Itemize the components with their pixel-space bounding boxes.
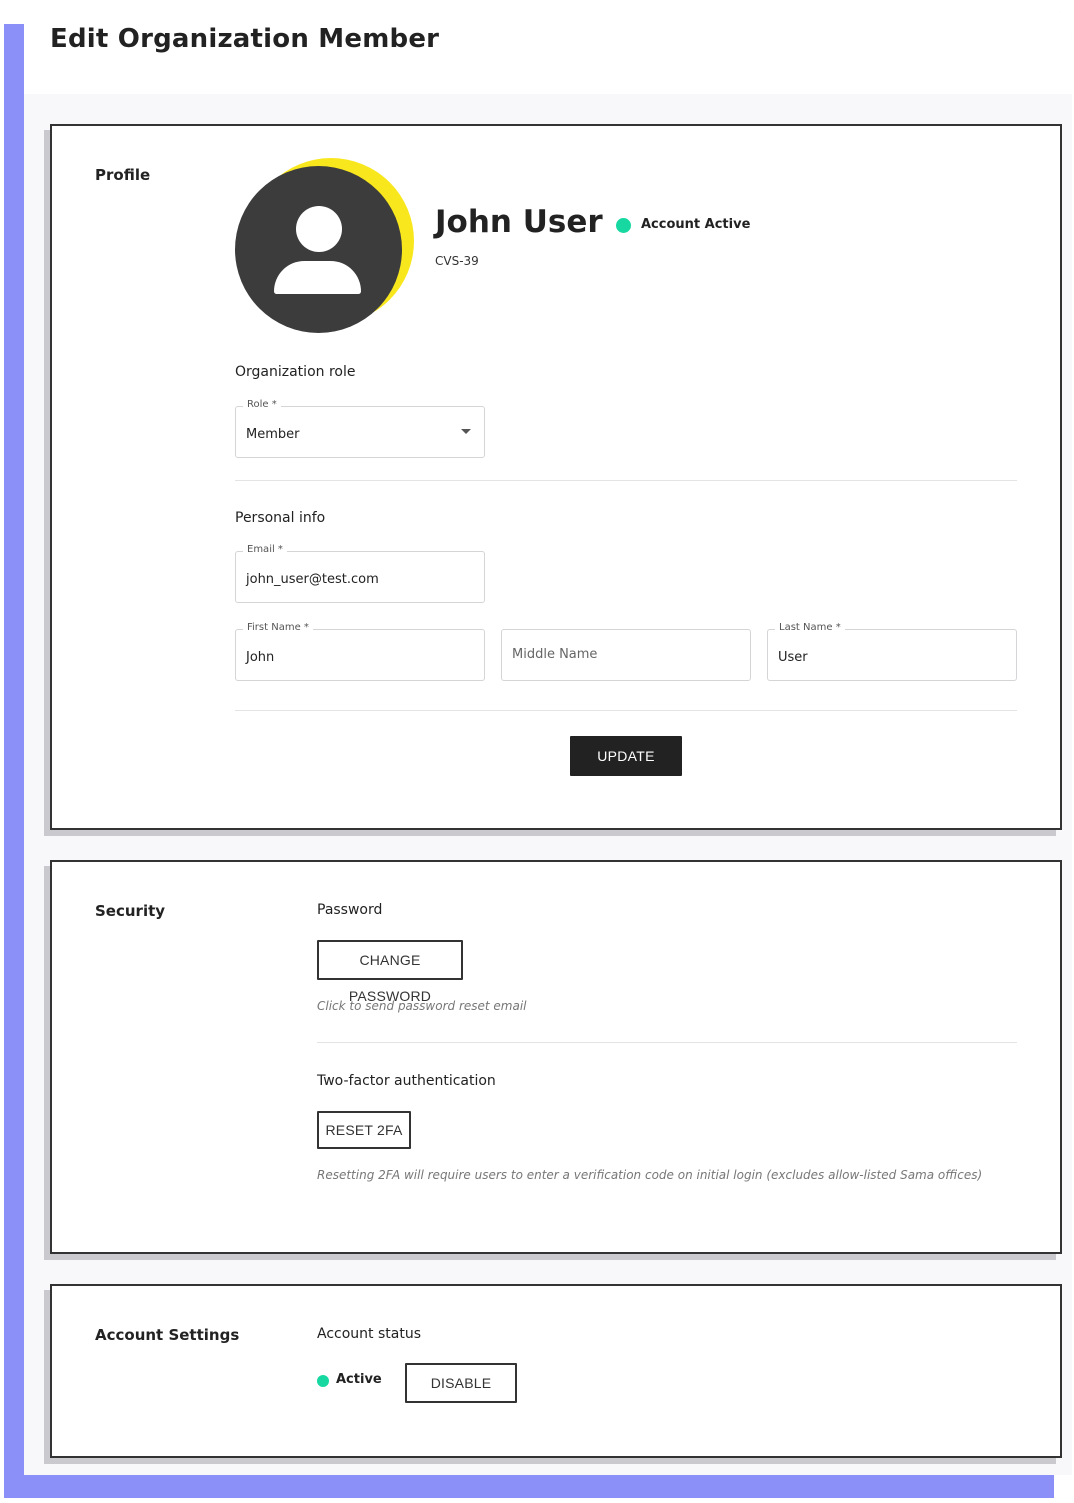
divider — [235, 480, 1017, 481]
account-settings-card: Account Settings Account status Active D… — [50, 1284, 1062, 1458]
user-id: CVS-39 — [435, 254, 479, 268]
first-name-value: John — [246, 650, 275, 665]
status-dot-icon — [616, 218, 631, 233]
divider — [317, 1042, 1017, 1043]
organization-role-title: Organization role — [235, 364, 356, 380]
middle-name-field[interactable]: Middle Name — [501, 629, 751, 681]
email-field[interactable]: Email * john_user@test.com — [235, 544, 485, 603]
role-label: Role * — [243, 399, 281, 410]
user-icon-head — [296, 206, 342, 252]
middle-name-placeholder: Middle Name — [512, 647, 598, 662]
active-status-dot-icon — [317, 1375, 329, 1387]
password-title: Password — [317, 902, 383, 918]
role-value: Member — [246, 427, 300, 442]
user-name: John User — [435, 204, 603, 240]
user-icon-body — [274, 261, 361, 294]
account-status-title: Account status — [317, 1326, 421, 1342]
account-settings-section-label: Account Settings — [95, 1326, 240, 1344]
security-section-label: Security — [95, 902, 166, 920]
change-password-button[interactable]: CHANGE PASSWORD — [317, 940, 463, 1004]
avatar — [235, 166, 402, 333]
password-helper-text: Click to send password reset email — [317, 999, 527, 1013]
profile-section-label: Profile — [95, 166, 151, 184]
disable-button[interactable]: DISABLE — [405, 1363, 517, 1403]
account-status-text: Account Active — [641, 217, 751, 232]
update-button[interactable]: UPDATE — [570, 736, 682, 776]
security-card: Security Password CHANGE PASSWORD Click … — [50, 860, 1062, 1254]
last-name-value: User — [778, 650, 808, 665]
account-status-value: Active — [336, 1372, 382, 1387]
reset-2fa-button[interactable]: RESET 2FA — [317, 1111, 411, 1149]
page-title: Edit Organization Member — [50, 24, 440, 54]
first-name-label: First Name * — [243, 622, 313, 633]
last-name-label: Last Name * — [775, 622, 845, 633]
page: Edit Organization Member Profile John Us… — [24, 0, 1072, 1475]
profile-card: Profile John User Account Active CVS-39 … — [50, 124, 1062, 830]
page-header: Edit Organization Member — [24, 0, 1072, 94]
caret-down-icon[interactable] — [461, 429, 471, 434]
first-name-field[interactable]: First Name * John — [235, 622, 485, 681]
two-factor-title: Two-factor authentication — [317, 1073, 496, 1089]
email-label: Email * — [243, 544, 287, 555]
divider — [235, 710, 1017, 711]
last-name-field[interactable]: Last Name * User — [767, 622, 1017, 681]
role-select[interactable]: Role * Member — [235, 399, 485, 458]
email-value: john_user@test.com — [246, 572, 379, 587]
two-factor-helper-text: Resetting 2FA will require users to ente… — [317, 1168, 983, 1182]
personal-info-title: Personal info — [235, 510, 326, 526]
